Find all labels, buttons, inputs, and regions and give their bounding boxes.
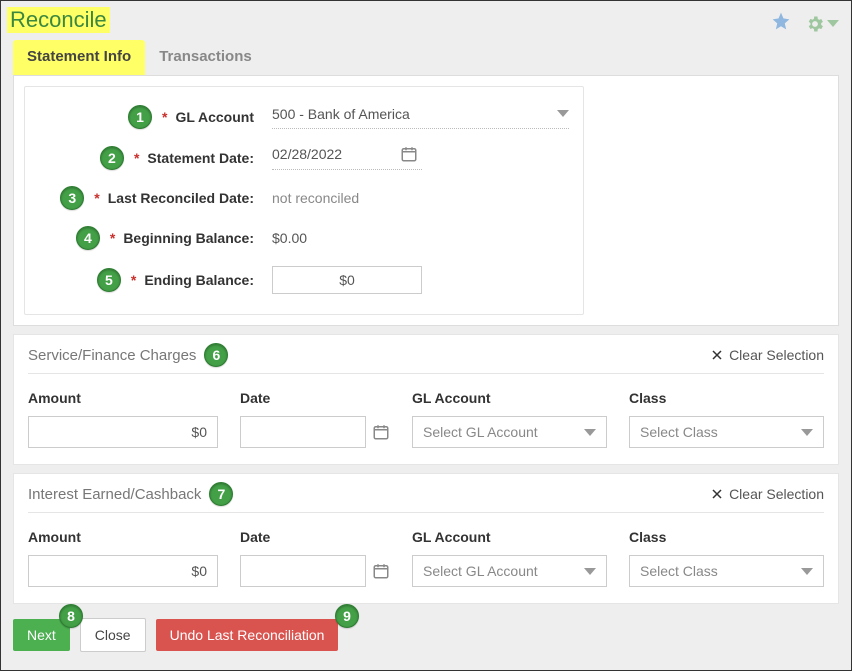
clear-selection-charges[interactable]: Clear Selection: [711, 347, 824, 363]
charges-amount-label: Amount: [28, 390, 218, 406]
chevron-down-icon: [801, 429, 813, 436]
statement-date-label: Statement Date:: [147, 150, 254, 166]
required-marker: *: [131, 272, 136, 288]
gear-icon[interactable]: [805, 14, 839, 34]
required-marker: *: [110, 230, 115, 246]
favorite-icon[interactable]: [771, 11, 791, 36]
clear-selection-label: Clear Selection: [729, 347, 824, 363]
select-placeholder: Select Class: [640, 424, 718, 440]
chevron-down-icon: [584, 568, 596, 575]
last-reconciled-label: Last Reconciled Date:: [108, 190, 254, 206]
required-marker: *: [134, 150, 139, 166]
charges-class-select[interactable]: Select Class: [629, 416, 824, 448]
charges-gl-label: GL Account: [412, 390, 607, 406]
step-badge-8: 8: [59, 604, 83, 628]
gl-account-value: 500 - Bank of America: [272, 106, 410, 122]
charges-gl-select[interactable]: Select GL Account: [412, 416, 607, 448]
clear-selection-interest[interactable]: Clear Selection: [711, 486, 824, 502]
undo-last-reconciliation-button[interactable]: Undo Last Reconciliation: [156, 619, 339, 651]
select-placeholder: Select GL Account: [423, 424, 538, 440]
interest-date-label: Date: [240, 529, 390, 545]
interest-amount-input[interactable]: [28, 555, 218, 587]
interest-amount-label: Amount: [28, 529, 218, 545]
chevron-down-icon: [801, 568, 813, 575]
calendar-icon[interactable]: [372, 423, 390, 441]
chevron-down-icon: [584, 429, 596, 436]
clear-selection-label: Clear Selection: [729, 486, 824, 502]
step-badge-5: 5: [97, 268, 121, 292]
close-button[interactable]: Close: [80, 618, 146, 652]
interest-class-select[interactable]: Select Class: [629, 555, 824, 587]
calendar-icon[interactable]: [400, 145, 418, 163]
step-badge-9: 9: [335, 604, 359, 628]
step-badge-7: 7: [209, 482, 233, 506]
statement-date-input[interactable]: 02/28/2022: [272, 146, 382, 162]
required-marker: *: [162, 109, 167, 125]
step-badge-6: 6: [204, 343, 228, 367]
chevron-down-icon: [557, 110, 569, 117]
last-reconciled-value: not reconciled: [272, 190, 359, 206]
section-title-charges: Service/Finance Charges: [28, 347, 196, 364]
step-badge-2: 2: [100, 146, 124, 170]
interest-gl-select[interactable]: Select GL Account: [412, 555, 607, 587]
close-icon: [711, 488, 723, 500]
close-icon: [711, 349, 723, 361]
statement-form: 1 * GL Account 500 - Bank of America 2 *…: [24, 86, 584, 315]
step-badge-3: 3: [60, 186, 84, 210]
gl-account-select[interactable]: 500 - Bank of America: [272, 106, 569, 129]
select-placeholder: Select GL Account: [423, 563, 538, 579]
ending-balance-label: Ending Balance:: [144, 272, 254, 288]
service-finance-charges-section: Service/Finance Charges 6 Clear Selectio…: [13, 334, 839, 465]
charges-date-input[interactable]: [240, 416, 366, 448]
ending-balance-input[interactable]: [272, 266, 422, 294]
select-placeholder: Select Class: [640, 563, 718, 579]
tab-statement-info[interactable]: Statement Info: [13, 40, 145, 75]
section-title-interest: Interest Earned/Cashback: [28, 486, 201, 503]
step-badge-4: 4: [76, 226, 100, 250]
interest-date-input[interactable]: [240, 555, 366, 587]
charges-amount-input[interactable]: [28, 416, 218, 448]
interest-earned-section: Interest Earned/Cashback 7 Clear Selecti…: [13, 473, 839, 604]
tab-transactions[interactable]: Transactions: [145, 40, 266, 75]
gl-account-label: GL Account: [175, 109, 254, 125]
interest-gl-label: GL Account: [412, 529, 607, 545]
interest-class-label: Class: [629, 529, 824, 545]
charges-class-label: Class: [629, 390, 824, 406]
required-marker: *: [94, 190, 99, 206]
page-title: Reconcile: [7, 7, 110, 33]
charges-date-label: Date: [240, 390, 390, 406]
calendar-icon[interactable]: [372, 562, 390, 580]
step-badge-1: 1: [128, 105, 152, 129]
beginning-balance-value: $0.00: [272, 230, 307, 246]
beginning-balance-label: Beginning Balance:: [123, 230, 254, 246]
